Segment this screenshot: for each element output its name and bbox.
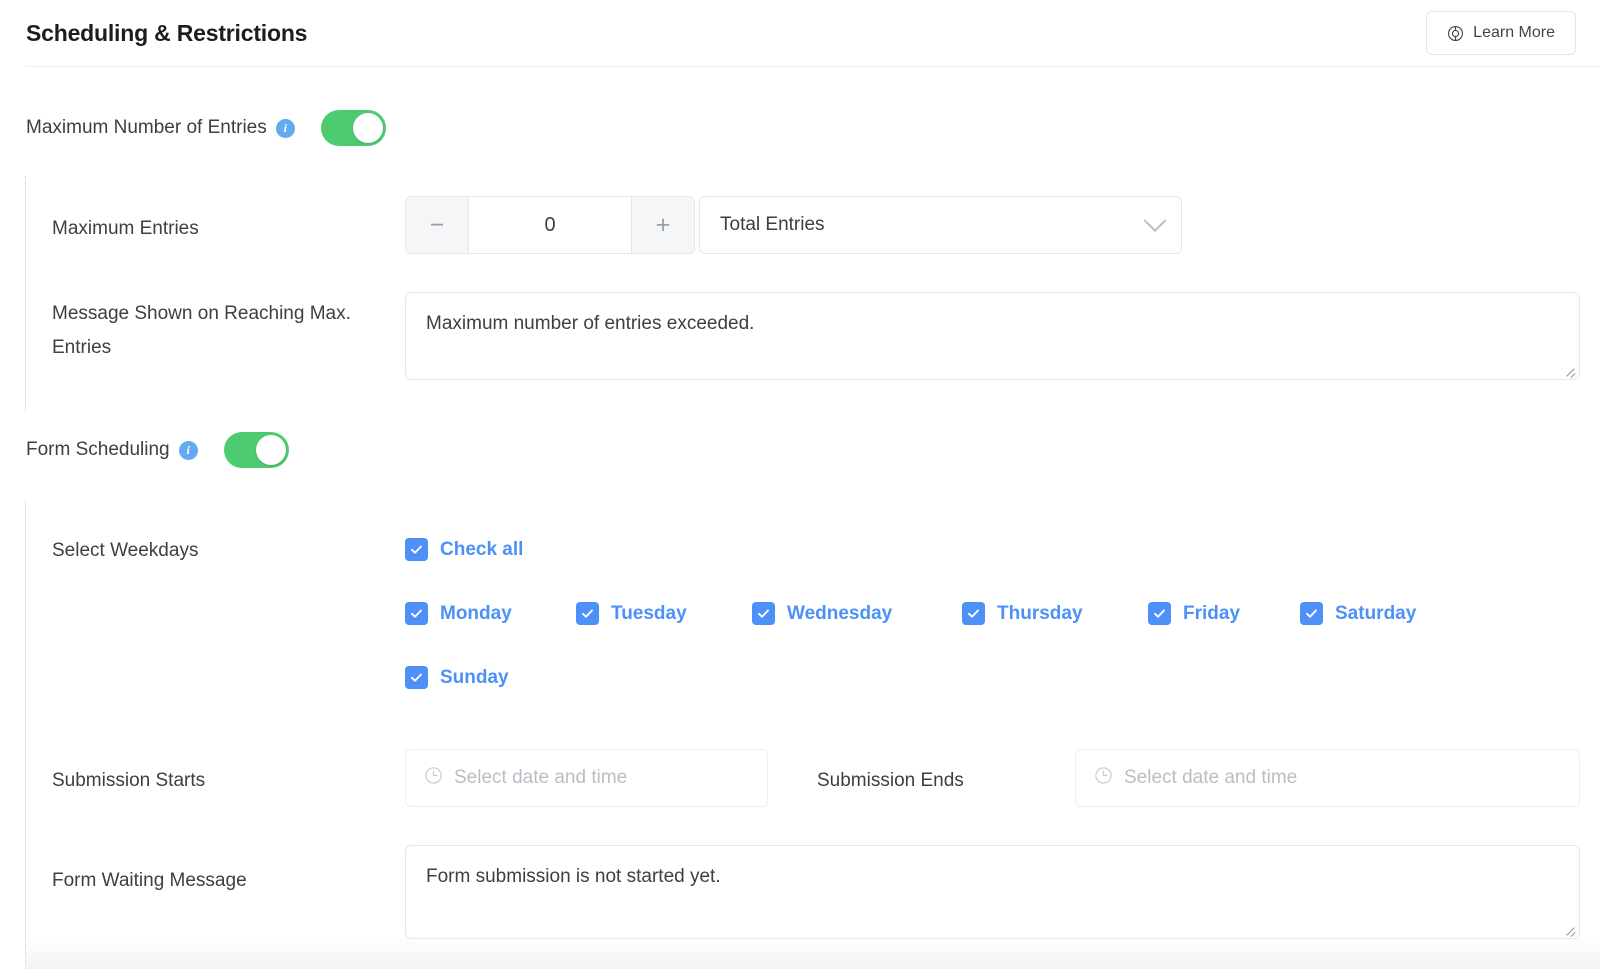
clock-icon bbox=[424, 766, 443, 790]
weekday-label: Tuesday bbox=[611, 603, 687, 625]
weekday-label: Monday bbox=[440, 603, 512, 625]
submission-ends-input[interactable]: Select date and time bbox=[1075, 749, 1580, 807]
checkbox-checked-icon bbox=[1300, 602, 1323, 625]
checkbox-friday[interactable]: Friday bbox=[1148, 602, 1240, 625]
maximum-entries-input[interactable]: 0 bbox=[469, 197, 631, 253]
checkbox-checked-icon bbox=[962, 602, 985, 625]
checkbox-checked-icon bbox=[405, 602, 428, 625]
weekday-label: Thursday bbox=[997, 603, 1083, 625]
maximum-entries-stepper[interactable]: − 0 + bbox=[405, 196, 695, 254]
scheduling-restrictions-panel: Scheduling & Restrictions Learn More Max… bbox=[0, 0, 1600, 969]
lifebuoy-icon bbox=[1447, 25, 1464, 42]
panel-header: Scheduling & Restrictions Learn More bbox=[0, 0, 1600, 66]
entries-unit-select[interactable]: Total Entries bbox=[699, 196, 1182, 254]
checkbox-wednesday[interactable]: Wednesday bbox=[752, 602, 892, 625]
chevron-down-icon bbox=[1144, 209, 1167, 232]
submission-ends-label: Submission Ends bbox=[817, 764, 964, 798]
form-waiting-message-input[interactable] bbox=[406, 846, 1579, 938]
check-all-label: Check all bbox=[440, 539, 523, 561]
max-entries-toggle[interactable] bbox=[321, 110, 386, 146]
learn-more-label: Learn More bbox=[1473, 24, 1555, 42]
form-scheduling-section-label: Form Scheduling i bbox=[26, 439, 198, 461]
max-entries-toggle-row: Maximum Number of Entries i bbox=[26, 110, 386, 146]
checkbox-sunday[interactable]: Sunday bbox=[405, 666, 509, 689]
form-waiting-message-field[interactable] bbox=[405, 845, 1580, 939]
submission-ends-placeholder: Select date and time bbox=[1124, 767, 1297, 789]
form-scheduling-toggle-row: Form Scheduling i bbox=[26, 432, 289, 468]
toggle-knob bbox=[256, 435, 286, 465]
checkbox-monday[interactable]: Monday bbox=[405, 602, 512, 625]
submission-starts-placeholder: Select date and time bbox=[454, 767, 627, 789]
form-waiting-message-label: Form Waiting Message bbox=[52, 864, 247, 898]
weekday-label: Sunday bbox=[440, 667, 509, 689]
checkbox-checked-icon bbox=[405, 666, 428, 689]
checkbox-checked-icon bbox=[576, 602, 599, 625]
page-title: Scheduling & Restrictions bbox=[26, 20, 307, 47]
weekday-label: Saturday bbox=[1335, 603, 1416, 625]
stepper-increment-button[interactable]: + bbox=[631, 197, 694, 253]
clock-icon bbox=[1094, 766, 1113, 790]
max-entries-message-input[interactable] bbox=[406, 293, 1579, 379]
checkbox-checked-icon bbox=[405, 538, 428, 561]
select-weekdays-label: Select Weekdays bbox=[52, 534, 198, 568]
checkbox-check-all[interactable]: Check all bbox=[405, 538, 523, 561]
max-entries-message-field[interactable] bbox=[405, 292, 1580, 380]
form-scheduling-label-text: Form Scheduling bbox=[26, 439, 170, 461]
info-icon[interactable]: i bbox=[179, 441, 198, 460]
bottom-scroll-fade bbox=[26, 935, 1600, 969]
submission-starts-input[interactable]: Select date and time bbox=[405, 749, 768, 807]
form-scheduling-toggle[interactable] bbox=[224, 432, 289, 468]
header-divider bbox=[26, 66, 1600, 67]
checkbox-saturday[interactable]: Saturday bbox=[1300, 602, 1416, 625]
checkbox-checked-icon bbox=[752, 602, 775, 625]
checkbox-checked-icon bbox=[1148, 602, 1171, 625]
learn-more-button[interactable]: Learn More bbox=[1426, 11, 1576, 55]
info-icon[interactable]: i bbox=[276, 119, 295, 138]
weekday-label: Friday bbox=[1183, 603, 1240, 625]
entries-unit-value: Total Entries bbox=[720, 214, 825, 236]
maximum-entries-label: Maximum Entries bbox=[52, 212, 199, 246]
max-entries-guide-rail bbox=[25, 176, 26, 412]
max-entries-message-label: Message Shown on Reaching Max. Entries bbox=[52, 297, 382, 365]
form-scheduling-guide-rail bbox=[25, 500, 26, 969]
toggle-knob bbox=[353, 113, 383, 143]
checkbox-thursday[interactable]: Thursday bbox=[962, 602, 1083, 625]
max-entries-section-label: Maximum Number of Entries i bbox=[26, 117, 295, 139]
submission-starts-label: Submission Starts bbox=[52, 764, 205, 798]
stepper-decrement-button[interactable]: − bbox=[406, 197, 469, 253]
max-entries-label-text: Maximum Number of Entries bbox=[26, 117, 267, 139]
checkbox-tuesday[interactable]: Tuesday bbox=[576, 602, 687, 625]
weekday-label: Wednesday bbox=[787, 603, 892, 625]
